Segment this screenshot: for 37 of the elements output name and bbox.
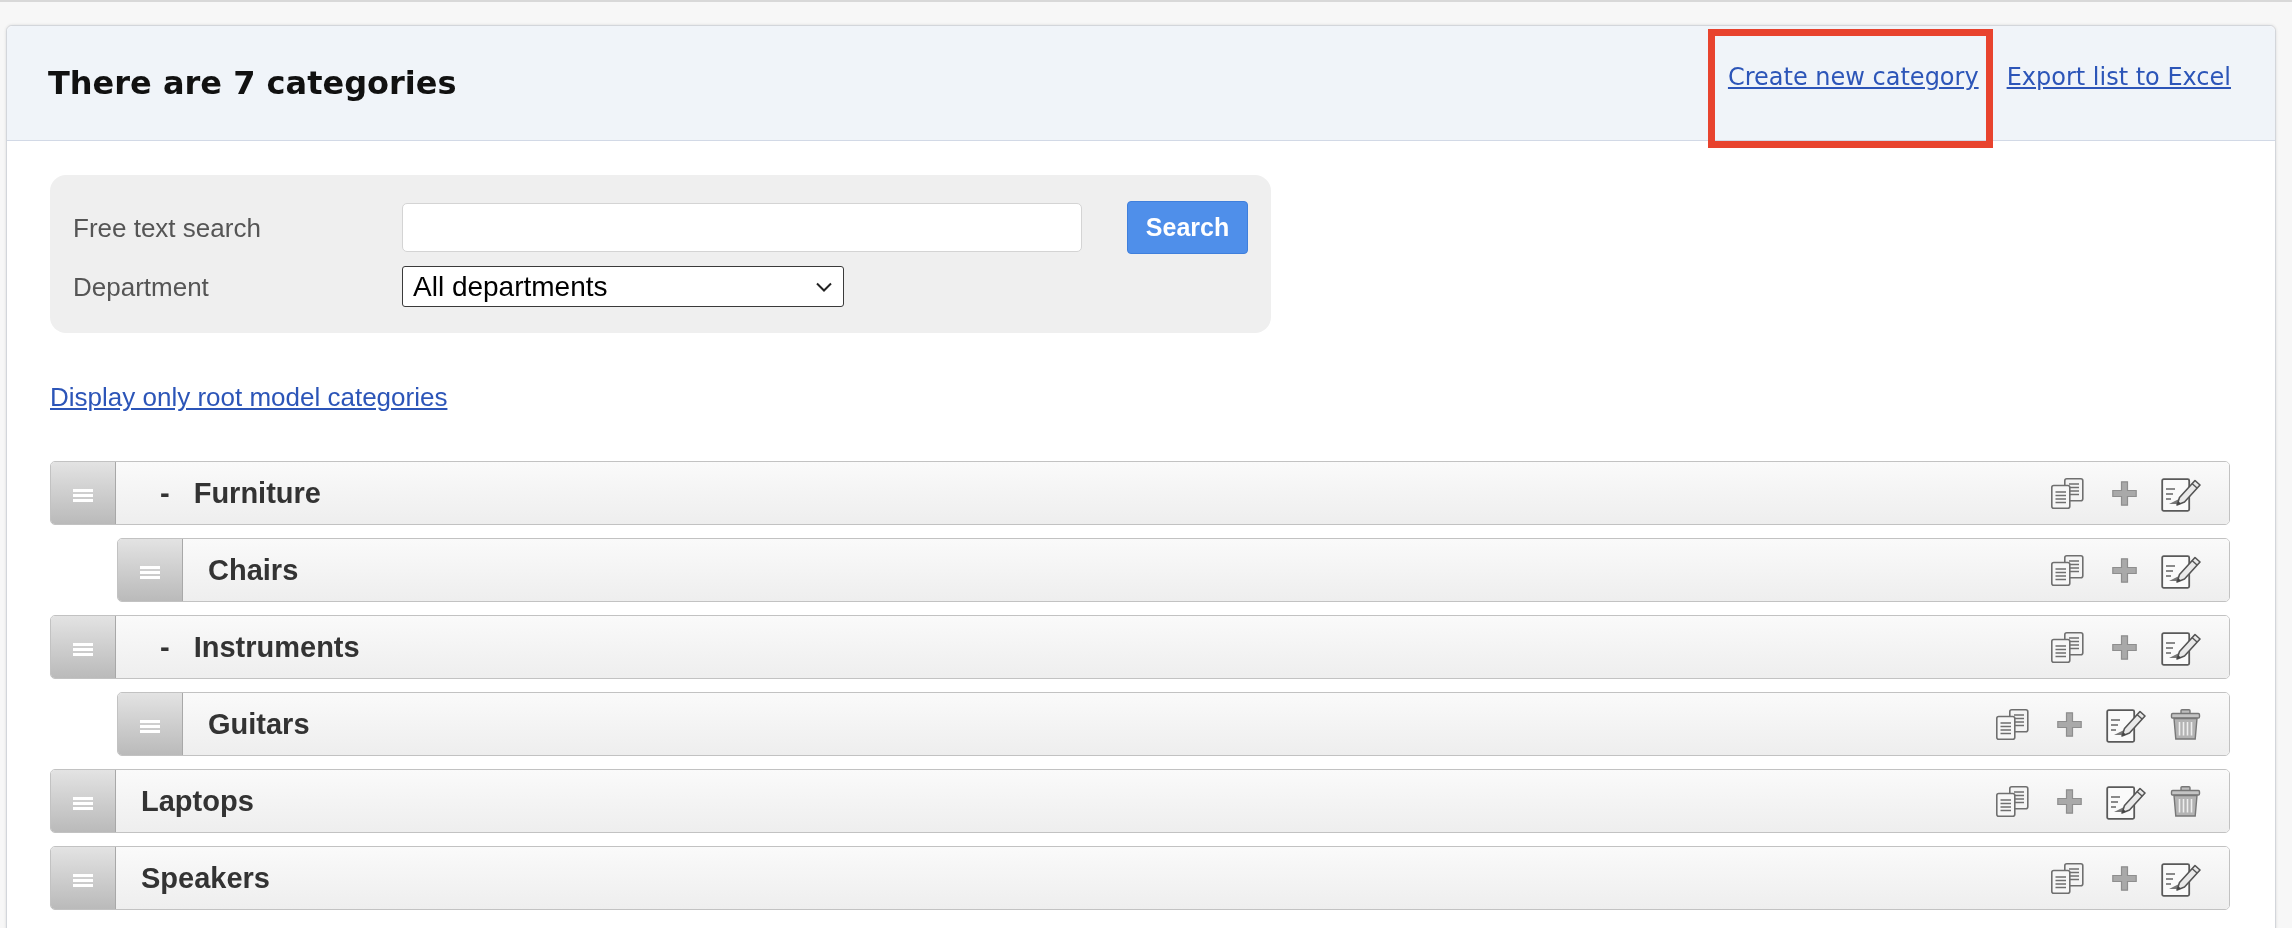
drag-handle[interactable] <box>51 616 116 678</box>
category-name: Laptops <box>141 786 254 816</box>
drag-handle[interactable] <box>118 539 183 601</box>
category-name: Furniture <box>193 478 321 508</box>
drag-handle[interactable] <box>51 847 116 909</box>
root-filter-link[interactable]: Display only root model categories <box>50 384 448 410</box>
drag-handle[interactable] <box>51 462 116 524</box>
chevron-down-icon <box>816 281 832 292</box>
grip-lines-icon <box>73 488 93 502</box>
category-name: Instruments <box>193 632 360 662</box>
category-name: Guitars <box>208 709 310 739</box>
field-label: Department <box>73 273 210 300</box>
trash-icon[interactable] <box>2170 785 2201 817</box>
plus-icon[interactable] <box>2057 711 2082 737</box>
page-title: There are 7 categories <box>48 67 457 99</box>
plus-icon[interactable] <box>2112 480 2137 506</box>
grip-lines-icon <box>73 642 93 656</box>
drag-handle[interactable] <box>51 770 116 832</box>
plus-icon[interactable] <box>2057 788 2082 814</box>
header-link[interactable]: Create new category <box>1727 62 1979 91</box>
category-name: Chairs <box>208 555 299 585</box>
drag-handle[interactable] <box>118 693 183 755</box>
grip-lines-icon <box>73 796 93 810</box>
expand-toggle[interactable]: - <box>160 632 170 662</box>
grip-lines-icon <box>140 719 160 733</box>
category-name: Speakers <box>141 863 270 893</box>
trash-icon[interactable] <box>2170 708 2201 740</box>
search-field[interactable] <box>402 203 1082 252</box>
field-label: Free text search <box>73 214 262 241</box>
grip-lines-icon <box>73 873 93 887</box>
plus-icon[interactable] <box>2112 634 2137 660</box>
department-select[interactable]: All departments <box>402 266 844 307</box>
header-link[interactable]: Export list to Excel <box>2006 62 2231 91</box>
plus-icon[interactable] <box>2112 557 2137 583</box>
grip-lines-icon <box>140 565 160 579</box>
plus-icon[interactable] <box>2112 865 2137 891</box>
expand-toggle[interactable]: - <box>160 478 170 508</box>
